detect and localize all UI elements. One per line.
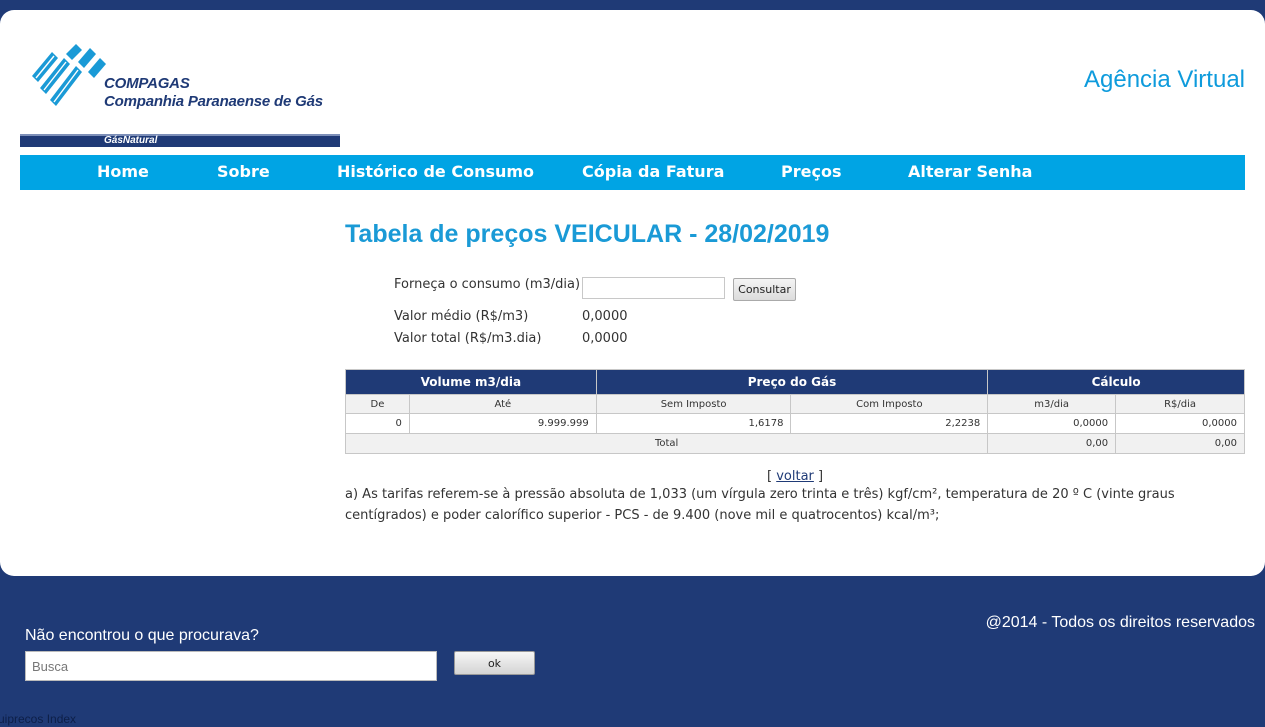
nav-item-precos[interactable]: Preços <box>781 155 841 190</box>
total-rs-dia: 0,00 <box>1115 433 1245 454</box>
back-link[interactable]: voltar <box>776 469 814 484</box>
nav-item-historico-consumo[interactable]: Histórico de Consumo <box>337 155 534 190</box>
cell-rs-dia: 0,0000 <box>1115 413 1245 434</box>
column-header-rs-dia: R$/dia <box>1115 394 1245 414</box>
copyright-text: @2014 - Todos os direitos reservados <box>985 614 1255 631</box>
valor-total-value: 0,0000 <box>582 331 628 346</box>
column-header-com-imposto: Com Imposto <box>790 394 989 414</box>
logo-bar: GásNatural <box>20 134 340 147</box>
cell-ate: 9.999.999 <box>408 413 597 434</box>
consumo-input[interactable] <box>582 277 725 299</box>
consumo-label: Forneça o consumo (m3/dia) <box>394 277 581 292</box>
main-nav: Home Sobre Histórico de Consumo Cópia da… <box>20 155 1245 190</box>
table-total-row: Total 0,00 0,00 <box>344 433 1245 454</box>
cell-sem-imposto: 1,6178 <box>595 413 792 434</box>
logo-company-name: COMPAGAS <box>104 75 190 92</box>
table-column-header: De Até Sem Imposto Com Imposto m3/dia R$… <box>345 394 1245 414</box>
page-trace-text: uiprecos Index <box>0 712 77 726</box>
gas-flame-logo-icon <box>32 44 106 106</box>
logo-company-subtitle: Companhia Paranaense de Gás <box>104 93 323 110</box>
valor-medio-value: 0,0000 <box>582 309 628 324</box>
search-input[interactable] <box>25 651 437 681</box>
total-label: Total <box>344 433 989 454</box>
agency-title: Agência Virtual <box>1084 66 1245 93</box>
cell-de: 0 <box>345 413 410 434</box>
group-header-calculo: Cálculo <box>987 369 1245 395</box>
valor-medio-label: Valor médio (R$/m3) <box>394 309 529 324</box>
compagas-logo[interactable]: COMPAGAS Companhia Paranaense de Gás Gás… <box>20 44 340 147</box>
column-header-m3-dia: m3/dia <box>987 394 1117 414</box>
group-header-volume: Volume m3/dia <box>345 369 597 395</box>
price-table: Volume m3/dia Preço do Gás Cálculo De At… <box>344 369 1245 454</box>
back-bracket-close: ] <box>818 469 824 484</box>
nav-item-sobre[interactable]: Sobre <box>217 155 270 190</box>
search-title: Não encontrou o que procurava? <box>25 627 259 644</box>
column-header-de: De <box>345 394 410 414</box>
table-group-header: Volume m3/dia Preço do Gás Cálculo <box>345 369 1245 395</box>
main-card: COMPAGAS Companhia Paranaense de Gás Gás… <box>0 10 1265 576</box>
search-ok-button[interactable]: ok <box>454 651 535 675</box>
cell-com-imposto: 2,2238 <box>790 413 989 434</box>
total-m3-dia: 0,00 <box>987 433 1117 454</box>
consultar-button[interactable]: Consultar <box>733 278 796 301</box>
nav-item-alterar-senha[interactable]: Alterar Senha <box>908 155 1032 190</box>
back-link-container: [ voltar ] <box>767 469 823 484</box>
group-header-preco: Preço do Gás <box>595 369 989 395</box>
table-row: 0 9.999.999 1,6178 2,2238 0,0000 0,0000 <box>345 413 1245 434</box>
back-bracket-open: [ <box>767 469 773 484</box>
cell-m3-dia: 0,0000 <box>987 413 1117 434</box>
nav-item-home[interactable]: Home <box>97 155 149 190</box>
logo-tagline: GásNatural <box>104 135 158 146</box>
column-header-ate: Até <box>408 394 597 414</box>
column-header-sem-imposto: Sem Imposto <box>595 394 792 414</box>
nav-item-copia-fatura[interactable]: Cópia da Fatura <box>582 155 724 190</box>
tariff-note: a) As tarifas referem-se à pressão absol… <box>345 487 1175 523</box>
page-title: Tabela de preços VEICULAR - 28/02/2019 <box>345 220 830 248</box>
valor-total-label: Valor total (R$/m3.dia) <box>394 331 542 346</box>
